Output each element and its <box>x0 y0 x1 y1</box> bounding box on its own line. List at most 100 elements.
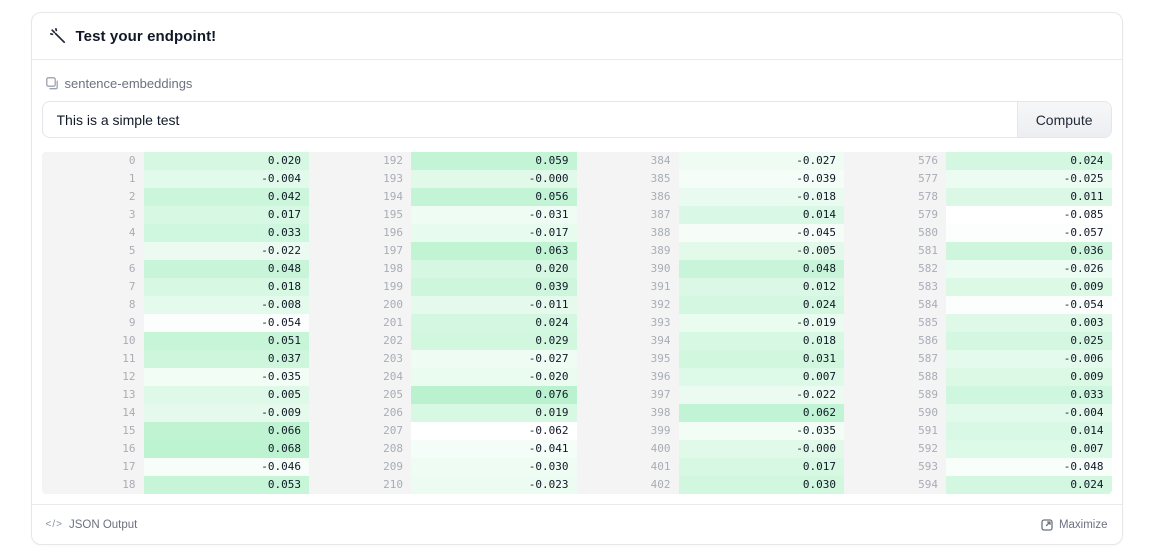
embedding-row: 9-0.054 <box>42 314 310 332</box>
embedding-value: -0.062 <box>411 422 577 440</box>
embedding-index: 394 <box>577 332 679 350</box>
embedding-row: 4010.017 <box>577 458 845 476</box>
embedding-value: -0.017 <box>411 224 577 242</box>
embedding-value: 0.018 <box>144 278 310 296</box>
embedding-value: 0.033 <box>144 224 310 242</box>
embedding-index: 584 <box>844 296 946 314</box>
embedding-value: 0.009 <box>946 368 1112 386</box>
embedding-value: -0.011 <box>411 296 577 314</box>
embedding-index: 6 <box>42 260 144 278</box>
embedding-row: 400-0.000 <box>577 440 845 458</box>
embedding-index: 580 <box>844 224 946 242</box>
embedding-index: 194 <box>309 188 411 206</box>
embedding-value: -0.026 <box>946 260 1112 278</box>
embedding-value: 0.017 <box>679 458 845 476</box>
embedding-value: 0.012 <box>679 278 845 296</box>
embedding-value: -0.046 <box>144 458 310 476</box>
embedding-row: 593-0.048 <box>844 458 1112 476</box>
embedding-index: 10 <box>42 332 144 350</box>
embedding-value: -0.025 <box>946 170 1112 188</box>
maximize-button[interactable]: Maximize <box>1041 519 1108 531</box>
compute-button[interactable]: Compute <box>1017 102 1111 137</box>
embedding-value: -0.022 <box>144 242 310 260</box>
embedding-index: 579 <box>844 206 946 224</box>
embedding-row: 12-0.035 <box>42 368 310 386</box>
embedding-value: -0.004 <box>946 404 1112 422</box>
embedding-value: -0.022 <box>679 386 845 404</box>
embedding-index: 589 <box>844 386 946 404</box>
embedding-value: 0.063 <box>411 242 577 260</box>
embedding-row: 203-0.027 <box>309 350 577 368</box>
embedding-index: 209 <box>309 458 411 476</box>
embedding-value: -0.023 <box>411 476 577 494</box>
embedding-row: 196-0.017 <box>309 224 577 242</box>
embedding-value: 0.009 <box>946 278 1112 296</box>
embedding-index: 585 <box>844 314 946 332</box>
embedding-index: 3 <box>42 206 144 224</box>
embedding-row: 1-0.004 <box>42 170 310 188</box>
embedding-index: 14 <box>42 404 144 422</box>
embedding-index: 393 <box>577 314 679 332</box>
embedding-index: 578 <box>844 188 946 206</box>
embedding-row: 5910.014 <box>844 422 1112 440</box>
embedding-row: 3900.048 <box>577 260 845 278</box>
embedding-value: 0.068 <box>144 440 310 458</box>
embedding-row: 204-0.020 <box>309 368 577 386</box>
embedding-index: 398 <box>577 404 679 422</box>
embedding-index: 593 <box>844 458 946 476</box>
embedding-row: 587-0.006 <box>844 350 1112 368</box>
embeddings-table[interactable]: 00.0201-0.00420.04230.01740.0335-0.02260… <box>42 152 1112 494</box>
embedding-index: 193 <box>309 170 411 188</box>
embedding-index: 203 <box>309 350 411 368</box>
embedding-row: 100.051 <box>42 332 310 350</box>
embedding-row: 2010.024 <box>309 314 577 332</box>
query-input[interactable] <box>43 102 1017 137</box>
embedding-index: 399 <box>577 422 679 440</box>
embedding-value: -0.041 <box>411 440 577 458</box>
embedding-value: -0.031 <box>411 206 577 224</box>
embedding-row: 5890.033 <box>844 386 1112 404</box>
endpoint-test-widget: Test your endpoint! sentence-embeddings … <box>31 12 1123 545</box>
embedding-row: 207-0.062 <box>309 422 577 440</box>
embedding-value: 0.024 <box>946 476 1112 494</box>
embedding-value: -0.035 <box>679 422 845 440</box>
json-output-button[interactable]: </> JSON Output <box>46 519 138 531</box>
embedding-value: 0.048 <box>679 260 845 278</box>
embedding-value: -0.004 <box>144 170 310 188</box>
embedding-index: 197 <box>309 242 411 260</box>
embedding-index: 8 <box>42 296 144 314</box>
embedding-row: 1920.059 <box>309 152 577 170</box>
query-input-group: Compute <box>42 101 1112 138</box>
embedding-row: 17-0.046 <box>42 458 310 476</box>
embedding-row: 5810.036 <box>844 242 1112 260</box>
embedding-column-group: 384-0.027385-0.039386-0.0183870.014388-0… <box>577 152 845 494</box>
embedding-row: 3960.007 <box>577 368 845 386</box>
embedding-value: -0.008 <box>144 296 310 314</box>
embedding-row: 579-0.085 <box>844 206 1112 224</box>
embedding-value: 0.007 <box>679 368 845 386</box>
embedding-index: 9 <box>42 314 144 332</box>
embedding-column-group: 5760.024577-0.0255780.011579-0.085580-0.… <box>844 152 1112 494</box>
embedding-row: 195-0.031 <box>309 206 577 224</box>
code-icon: </> <box>46 519 63 530</box>
embedding-row: 2050.076 <box>309 386 577 404</box>
embedding-value: -0.018 <box>679 188 845 206</box>
embedding-value: -0.005 <box>679 242 845 260</box>
embedding-row: 397-0.022 <box>577 386 845 404</box>
embedding-index: 387 <box>577 206 679 224</box>
embedding-value: -0.045 <box>679 224 845 242</box>
embedding-index: 395 <box>577 350 679 368</box>
embedding-row: 2060.019 <box>309 404 577 422</box>
embedding-value: 0.076 <box>411 386 577 404</box>
embedding-index: 11 <box>42 350 144 368</box>
embedding-index: 388 <box>577 224 679 242</box>
embedding-value: 0.033 <box>946 386 1112 404</box>
embedding-index: 587 <box>844 350 946 368</box>
embedding-value: -0.009 <box>144 404 310 422</box>
embedding-row: 5940.024 <box>844 476 1112 494</box>
embedding-index: 576 <box>844 152 946 170</box>
embedding-value: 0.056 <box>411 188 577 206</box>
widget-footer: </> JSON Output Maximize <box>32 504 1122 544</box>
embedding-value: -0.027 <box>411 350 577 368</box>
embedding-row: 386-0.018 <box>577 188 845 206</box>
